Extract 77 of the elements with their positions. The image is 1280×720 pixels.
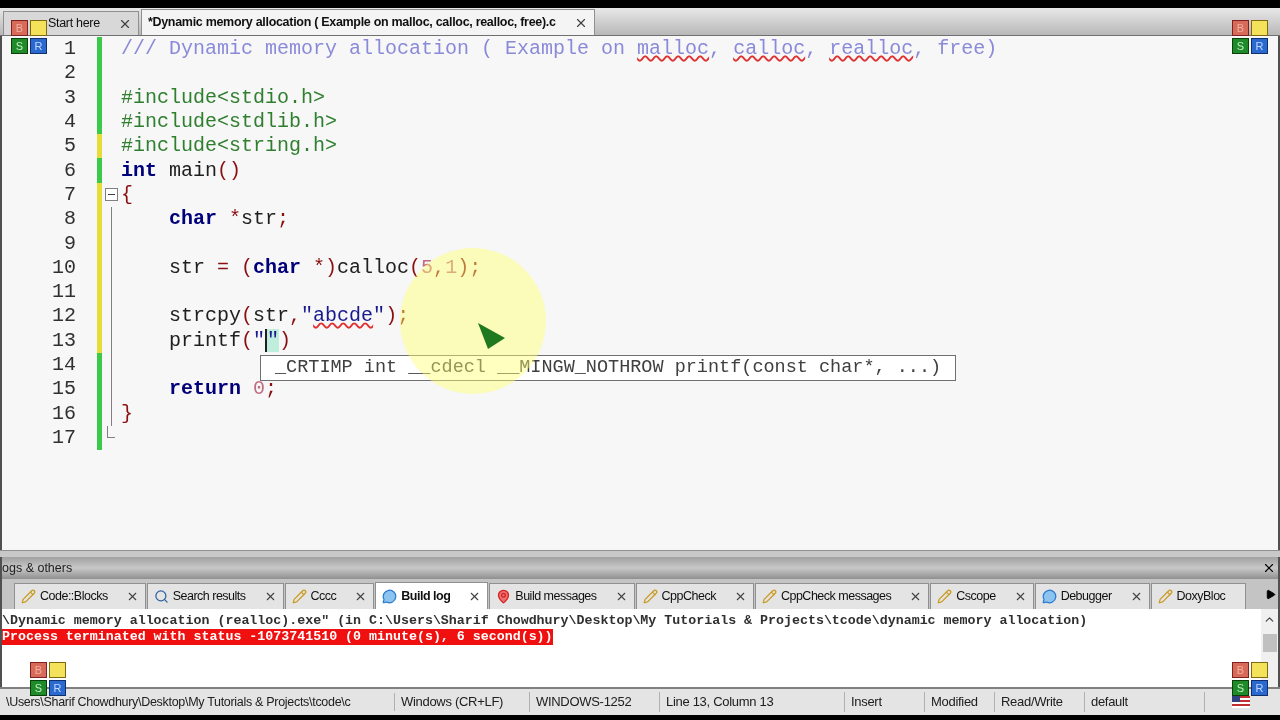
pencil-icon xyxy=(21,589,36,604)
region-button[interactable]: R xyxy=(1251,680,1268,696)
pencil-icon xyxy=(1157,589,1173,604)
region-button[interactable]: R xyxy=(1251,38,1268,54)
panel-title: ogs & others xyxy=(2,559,73,577)
search-icon xyxy=(153,589,169,604)
line-number: 13 xyxy=(52,328,76,353)
code-line: #include<stdlib.h> xyxy=(120,110,338,135)
pin-icon xyxy=(496,589,512,604)
code-line: char *str; xyxy=(168,207,290,232)
screenshot-button[interactable]: S xyxy=(1232,38,1249,54)
code-line: #include<stdio.h> xyxy=(120,85,326,110)
code-line: { xyxy=(120,182,133,207)
editor-tab[interactable]: *Dynamic memory allocation ( Example on malloc, calloc, realloc, free).c xyxy=(140,9,595,35)
line-number: 14 xyxy=(52,353,76,377)
panel-tab[interactable]: Build log xyxy=(375,582,489,609)
panel-tab[interactable]: Cscope xyxy=(930,583,1034,609)
line-number: 12 xyxy=(52,304,76,329)
line-number: 11 xyxy=(52,280,76,305)
line-number: 7 xyxy=(64,182,76,207)
code-line: str = (char *)calloc(5,1); xyxy=(168,255,482,280)
code-line: } xyxy=(120,401,133,426)
scroll-right-icon[interactable] xyxy=(1265,589,1276,600)
note-icon[interactable] xyxy=(1251,20,1268,36)
pencil-icon xyxy=(761,589,777,604)
code-line: int main() xyxy=(120,158,242,183)
line-number: 4 xyxy=(64,110,76,135)
note-icon[interactable] xyxy=(30,20,47,36)
close-icon[interactable] xyxy=(1262,561,1276,575)
code-line: printf("") xyxy=(168,328,292,353)
status-field: Insert xyxy=(845,692,925,712)
panel-tab[interactable]: Code::Blocks xyxy=(14,583,146,609)
panel-tab[interactable]: Build messages xyxy=(489,583,635,609)
line-number: 1 xyxy=(64,37,76,62)
pencil-icon xyxy=(642,589,658,604)
code-line: #include<string.h> xyxy=(120,134,338,159)
line-number: 10 xyxy=(52,255,76,280)
line-number: 17 xyxy=(52,425,76,450)
line-number: 3 xyxy=(64,85,76,110)
status-field: Modified xyxy=(925,692,995,712)
pencil-icon xyxy=(291,589,307,604)
calltip: _CRTIMP int __cdecl __MINGW_NOTHROW printf(const char*, ...) xyxy=(260,355,957,381)
panel-tab[interactable]: Cccc xyxy=(284,583,375,609)
panel-tab[interactable]: CppCheck messages xyxy=(754,583,930,609)
panel-tab[interactable]: CppCheck xyxy=(635,583,754,609)
panel-tab[interactable]: Search results xyxy=(146,583,284,609)
panel-tab[interactable]: DoxyBloc xyxy=(1150,583,1247,609)
region-button[interactable]: R xyxy=(30,38,47,54)
fold-toggle-icon[interactable] xyxy=(104,188,118,202)
flag-icon xyxy=(1232,696,1250,708)
line-number: 9 xyxy=(64,231,76,256)
note-icon[interactable] xyxy=(1251,662,1268,678)
speech-bubble-icon xyxy=(382,588,398,604)
pencil-icon xyxy=(937,589,953,604)
screenshot-button[interactable]: S xyxy=(11,38,28,54)
speech-bubble-icon xyxy=(1041,589,1057,604)
note-icon[interactable] xyxy=(49,662,66,678)
line-number: 16 xyxy=(52,401,76,426)
status-field: WINDOWS-1252 xyxy=(530,692,660,712)
scrollbar-thumb[interactable] xyxy=(1262,634,1277,652)
pointer-icon xyxy=(476,321,506,351)
line-number: 2 xyxy=(64,61,76,86)
log-line: \Dynamic memory allocation (realloc).exe" (in C:\Users\Sharif Chowdhury\Desktop\My Tutorials & Projects\tcode\dynamic memory allocation) xyxy=(2,613,1088,629)
line-number: 6 xyxy=(64,158,76,183)
region-button[interactable]: R xyxy=(49,680,66,696)
status-field: Line 13, Column 13 xyxy=(660,692,845,712)
screenshot-button[interactable]: S xyxy=(1232,680,1249,696)
status-field: Read/Write xyxy=(995,692,1085,712)
status-field: default xyxy=(1085,692,1205,712)
status-field: Windows (CR+LF) xyxy=(395,692,530,712)
code-line: /// Dynamic memory allocation ( Example on malloc, calloc, realloc, free) xyxy=(120,37,998,62)
code-line: strcpy(str,"abcde"); xyxy=(168,304,410,329)
panel-tab[interactable]: Debugger xyxy=(1034,583,1150,609)
line-number: 5 xyxy=(64,134,76,159)
line-number: 8 xyxy=(64,207,76,232)
line-number: 15 xyxy=(52,377,76,402)
screenshot-button[interactable]: S xyxy=(30,680,47,696)
